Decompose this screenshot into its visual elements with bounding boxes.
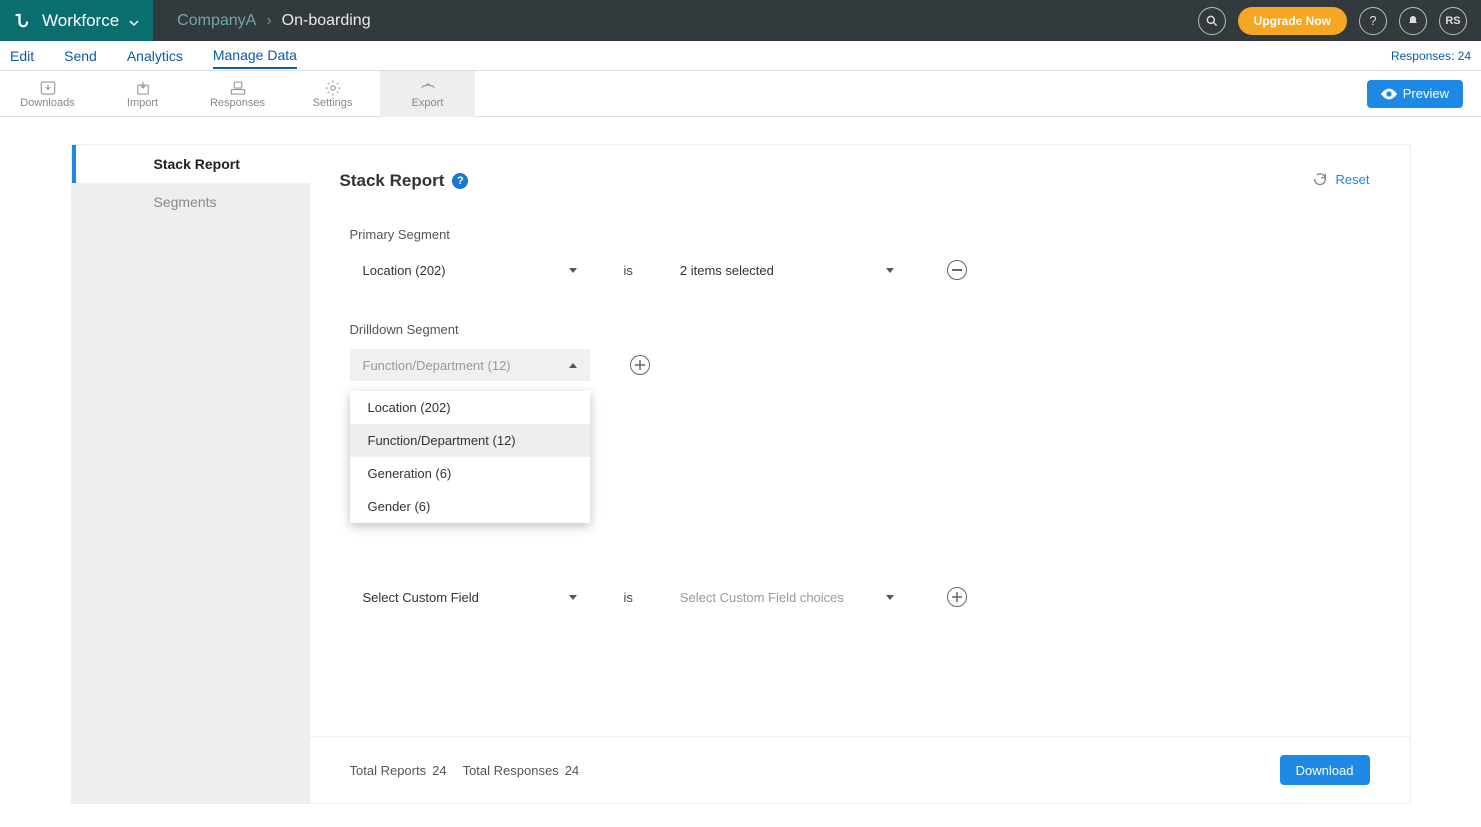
plus-icon: [951, 591, 963, 603]
tab-manage-data[interactable]: Manage Data: [213, 43, 297, 69]
custom-field-choices-select[interactable]: Select Custom Field choices: [667, 581, 907, 613]
brand-logo-icon: [10, 10, 32, 32]
dropdown-option-generation[interactable]: Generation (6): [350, 457, 590, 490]
brand-name: Workforce: [42, 11, 119, 31]
plus-icon: [634, 359, 646, 371]
minus-icon: [952, 269, 962, 271]
tab-send[interactable]: Send: [64, 44, 97, 68]
caret-up-icon: [569, 363, 577, 368]
primary-segment-row: Location (202) is 2 items selected: [350, 254, 1370, 286]
custom-field-choices-value: Select Custom Field choices: [680, 590, 844, 605]
upgrade-button[interactable]: Upgrade Now: [1238, 7, 1347, 35]
avatar[interactable]: RS: [1439, 7, 1467, 35]
main: Stack Report ? Reset Primary Segment Loc…: [310, 145, 1410, 803]
search-icon[interactable]: [1198, 7, 1226, 35]
responses-count: Responses: 24: [1391, 49, 1471, 63]
primary-items-select[interactable]: 2 items selected: [667, 254, 907, 286]
add-custom-field-button[interactable]: [947, 587, 967, 607]
dropdown-option-gender[interactable]: Gender (6): [350, 490, 590, 523]
breadcrumb: CompanyA › On-boarding: [177, 12, 370, 30]
topbar-right: Upgrade Now ? RS: [1198, 7, 1481, 35]
total-responses-value: 24: [565, 763, 579, 778]
reset-button[interactable]: Reset: [1312, 171, 1370, 187]
tool-responses-label: Responses: [210, 97, 265, 109]
caret-down-icon: [129, 13, 139, 29]
drilldown-segment-label: Drilldown Segment: [350, 322, 1370, 337]
total-reports-label: Total Reports: [350, 763, 427, 778]
caret-down-icon: [569, 268, 577, 273]
sidebar-item-segments[interactable]: Segments: [72, 183, 310, 221]
dropdown-option-function[interactable]: Function/Department (12): [350, 424, 590, 457]
primary-segment-value: Location (202): [363, 263, 446, 278]
footer: Total Reports 24 Total Responses 24 Down…: [310, 736, 1410, 803]
drilldown-segment-value: Function/Department (12): [363, 358, 511, 373]
tool-export[interactable]: Export: [380, 71, 475, 117]
sidebar: Stack Report Segments: [72, 145, 310, 803]
is-word: is: [624, 263, 633, 278]
primary-segment-label: Primary Segment: [350, 227, 1370, 242]
help-icon[interactable]: ?: [1359, 7, 1387, 35]
brand-switcher[interactable]: Workforce: [0, 0, 153, 41]
total-reports-value: 24: [432, 763, 446, 778]
primary-items-value: 2 items selected: [680, 263, 774, 278]
drilldown-segment-select[interactable]: Function/Department (12): [350, 349, 590, 381]
tool-downloads-label: Downloads: [20, 97, 74, 109]
remove-segment-button[interactable]: [947, 260, 967, 280]
breadcrumb-company[interactable]: CompanyA: [177, 12, 256, 30]
bell-icon[interactable]: [1399, 7, 1427, 35]
panel: Stack Report Segments Stack Report ? Res…: [71, 144, 1411, 804]
toolbar: Downloads Import Responses Settings Expo…: [0, 71, 1481, 117]
refresh-icon: [1312, 171, 1328, 187]
drilldown-dropdown: Location (202) Function/Department (12) …: [350, 391, 590, 523]
caret-down-icon: [569, 595, 577, 600]
sidebar-item-stack-report[interactable]: Stack Report: [72, 145, 310, 183]
tool-responses[interactable]: Responses: [190, 71, 285, 117]
tab-analytics[interactable]: Analytics: [127, 44, 183, 68]
eye-icon: [1381, 88, 1397, 100]
drilldown-segment-row: Function/Department (12): [350, 349, 1370, 381]
reset-label: Reset: [1336, 172, 1370, 187]
breadcrumb-page: On-boarding: [282, 12, 371, 30]
chevron-right-icon: ›: [266, 12, 271, 30]
custom-field-select[interactable]: Select Custom Field: [350, 581, 590, 613]
tool-settings[interactable]: Settings: [285, 71, 380, 117]
workspace: Stack Report Segments Stack Report ? Res…: [0, 118, 1481, 827]
tabbar: Edit Send Analytics Manage Data Response…: [0, 41, 1481, 71]
custom-field-value: Select Custom Field: [363, 590, 479, 605]
tab-edit[interactable]: Edit: [10, 44, 34, 68]
is-word: is: [624, 590, 633, 605]
preview-button-label: Preview: [1403, 86, 1449, 101]
primary-segment-select[interactable]: Location (202): [350, 254, 590, 286]
total-responses-label: Total Responses: [463, 763, 559, 778]
add-segment-button[interactable]: [630, 355, 650, 375]
caret-down-icon: [886, 268, 894, 273]
download-button[interactable]: Download: [1280, 755, 1370, 785]
topbar: Workforce CompanyA › On-boarding Upgrade…: [0, 0, 1481, 41]
tool-import-label: Import: [127, 97, 158, 109]
tool-import[interactable]: Import: [95, 71, 190, 117]
help-icon[interactable]: ?: [452, 173, 468, 189]
tool-settings-label: Settings: [313, 97, 353, 109]
page-title: Stack Report ?: [340, 171, 1370, 191]
page-title-text: Stack Report: [340, 171, 445, 191]
tool-export-label: Export: [412, 97, 444, 109]
dropdown-option-location[interactable]: Location (202): [350, 391, 590, 424]
tool-downloads[interactable]: Downloads: [0, 71, 95, 117]
caret-down-icon: [886, 595, 894, 600]
custom-field-row: Select Custom Field is Select Custom Fie…: [350, 581, 1370, 613]
preview-button[interactable]: Preview: [1367, 80, 1463, 108]
